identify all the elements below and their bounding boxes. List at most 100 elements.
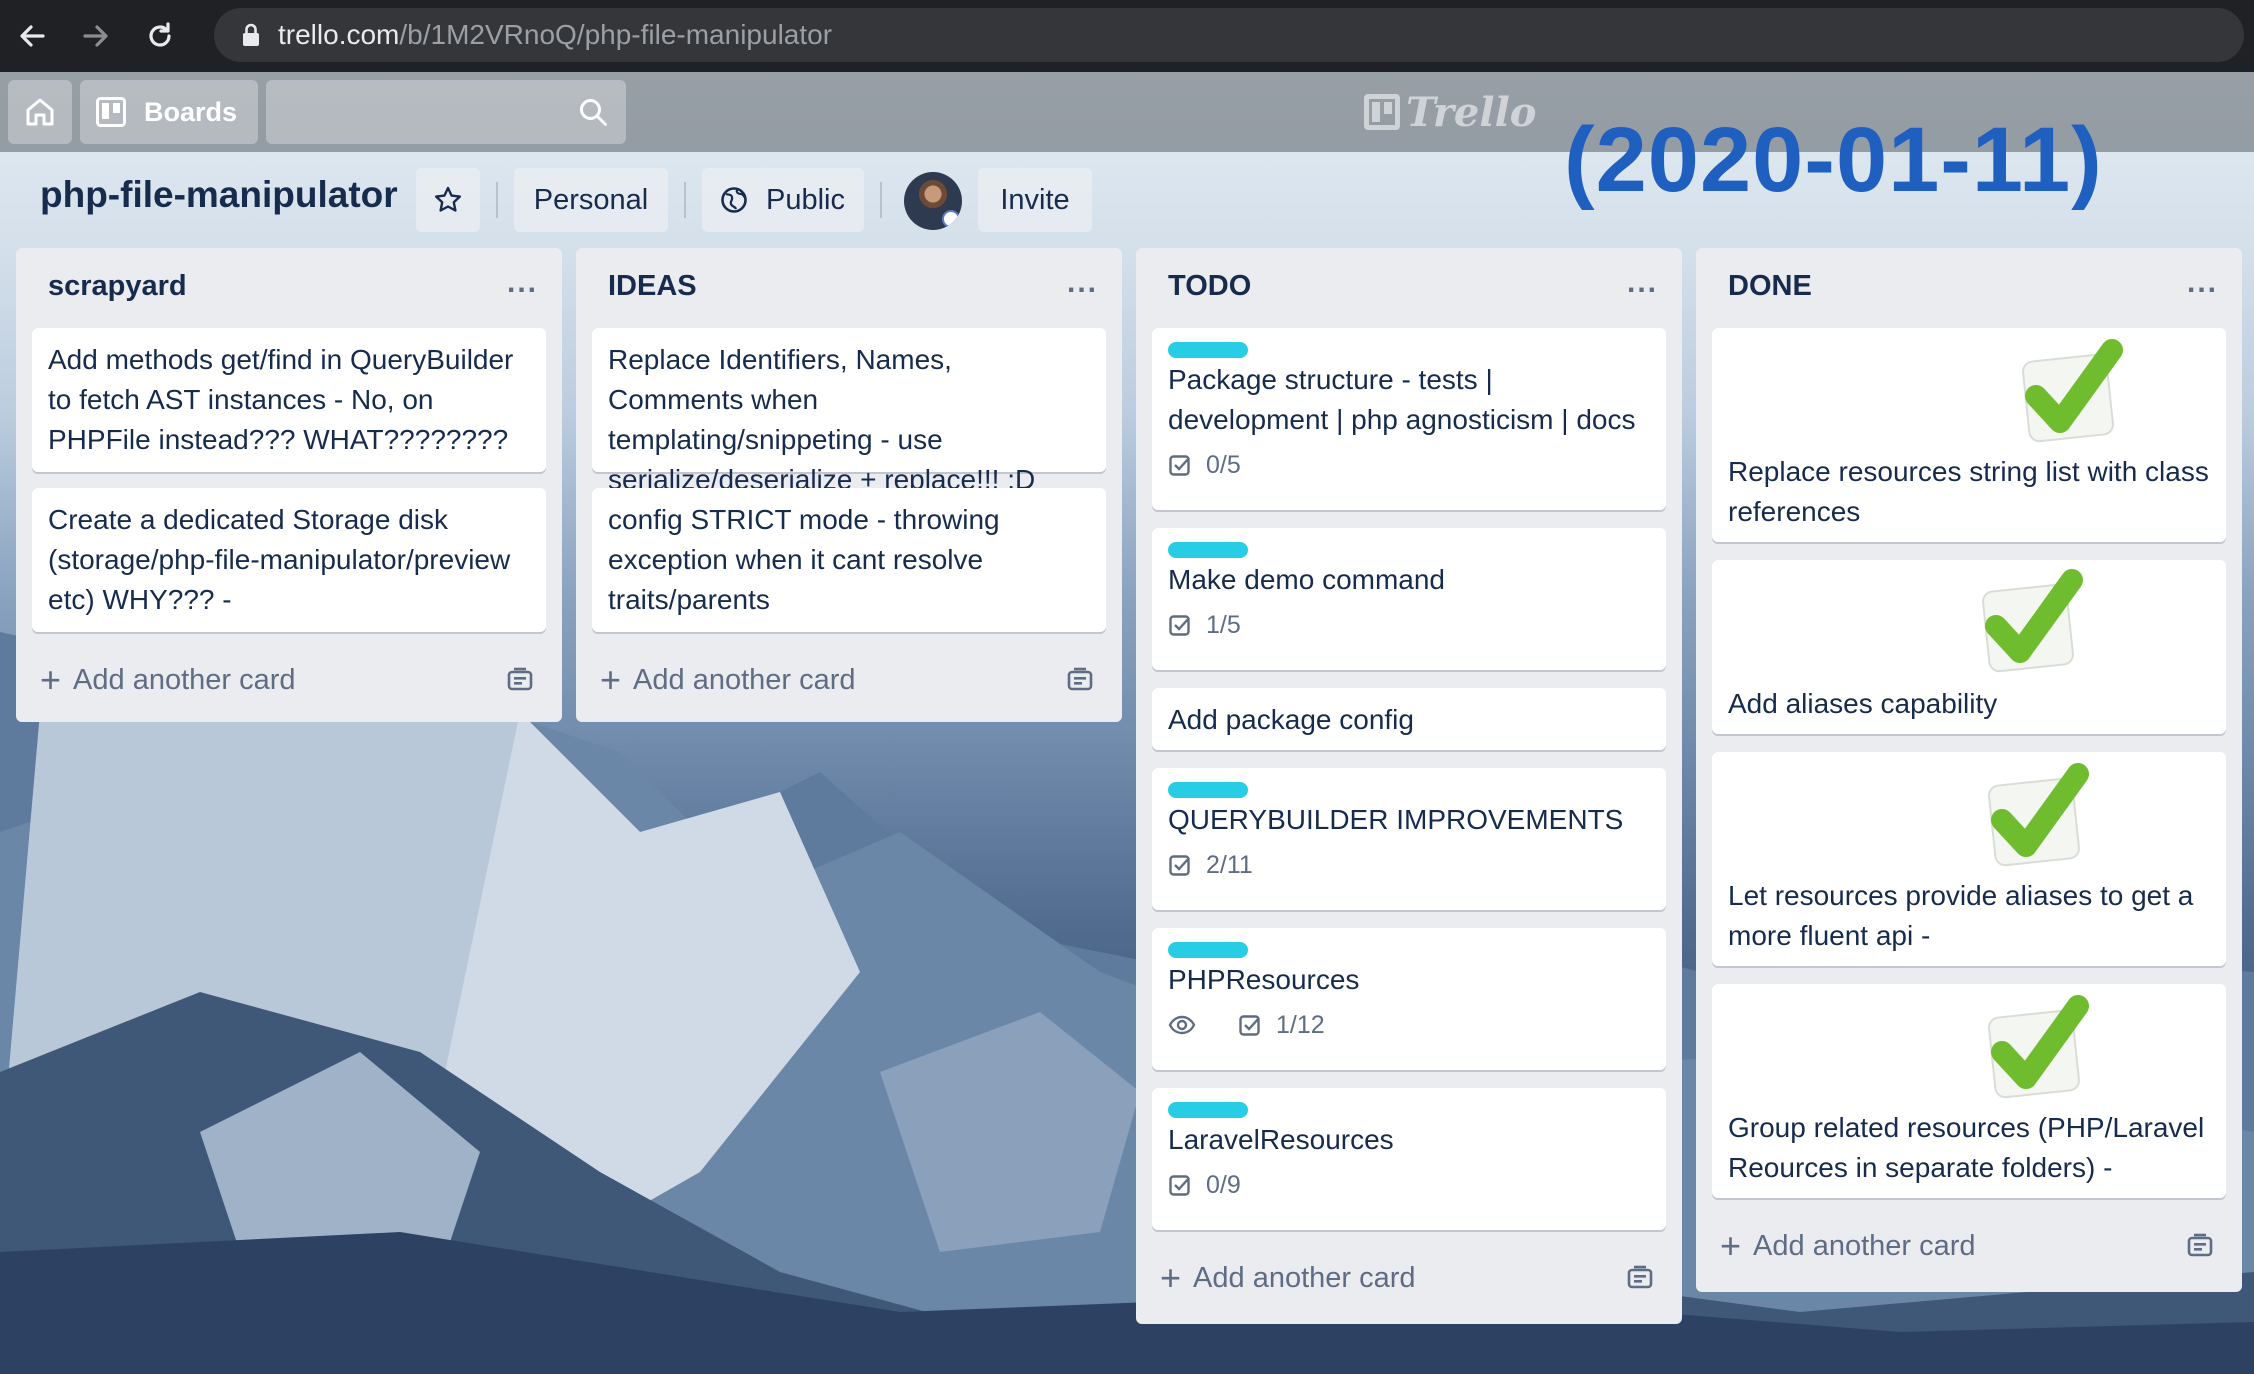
invite-button[interactable]: Invite — [978, 168, 1092, 232]
card-label[interactable] — [1168, 942, 1248, 958]
avatar[interactable] — [904, 172, 962, 230]
card-title: config STRICT mode - throwing exception … — [608, 504, 1000, 615]
visibility-label: Public — [766, 183, 845, 216]
green-check-cover-image — [1988, 995, 2089, 1099]
home-icon — [26, 98, 54, 126]
green-check-cover-image — [1982, 569, 2083, 673]
list-title[interactable]: DONE — [1728, 270, 1812, 303]
search-input[interactable] — [266, 80, 626, 144]
list-scrapyard[interactable]: scrapyard ... Add methods get/find in Qu… — [16, 248, 562, 722]
url-path: /b/1M2VRnoQ/php-file-manipulator — [399, 19, 833, 50]
forward-arrow-icon[interactable] — [64, 0, 128, 72]
card-title: Replace resources string list with class… — [1728, 456, 2209, 527]
checklist-icon — [1169, 615, 1190, 636]
checklist-count: 1/5 — [1206, 611, 1241, 639]
list-title[interactable]: TODO — [1168, 270, 1251, 303]
card[interactable]: Add methods get/find in QueryBuilder to … — [32, 328, 546, 472]
card[interactable]: Replace resources string list with class… — [1712, 328, 2226, 542]
card-template-icon[interactable] — [506, 666, 534, 694]
list-header: IDEAS ... — [576, 248, 1122, 328]
card[interactable]: config STRICT mode - throwing exception … — [592, 488, 1106, 632]
card[interactable]: Create a dedicated Storage disk (storage… — [32, 488, 546, 632]
card-title: LaravelResources — [1168, 1124, 1394, 1155]
add-card-button[interactable]: + Add another card — [1720, 1222, 1976, 1270]
card[interactable]: Add package config — [1152, 688, 1666, 750]
trello-logo[interactable]: Trello — [1364, 89, 1536, 136]
visibility-button[interactable]: Public — [702, 168, 864, 232]
header-divider — [684, 182, 686, 218]
boards-icon — [96, 97, 126, 127]
card-template-icon[interactable] — [2186, 1232, 2214, 1260]
card[interactable]: PHPResources 1/12 — [1152, 928, 1666, 1070]
card[interactable]: Package structure - tests | development … — [1152, 328, 1666, 510]
card[interactable]: Let resources provide aliases to get a m… — [1712, 752, 2226, 966]
checklist-icon — [1169, 855, 1190, 876]
list-menu-button[interactable]: ... — [507, 266, 538, 300]
list-title[interactable]: IDEAS — [608, 270, 697, 303]
card[interactable]: LaravelResources 0/9 — [1152, 1088, 1666, 1230]
add-card-button[interactable]: + Add another card — [600, 656, 856, 704]
list-title[interactable]: scrapyard — [48, 270, 187, 303]
list-header: scrapyard ... — [16, 248, 562, 328]
green-check-cover-image — [1988, 763, 2089, 867]
list-header: TODO ... — [1136, 248, 1682, 328]
card[interactable]: Make demo command 1/5 — [1152, 528, 1666, 670]
star-board-button[interactable] — [416, 168, 480, 232]
checklist-count: 0/9 — [1206, 1171, 1241, 1199]
list-ideas[interactable]: IDEAS ... Replace Identifiers, Names, Co… — [576, 248, 1122, 722]
boards-button[interactable]: Boards — [80, 80, 258, 144]
list-header: DONE ... — [1696, 248, 2242, 328]
boards-label: Boards — [144, 96, 238, 127]
list-todo[interactable]: TODO ... Package structure - tests | dev… — [1136, 248, 1682, 1324]
browser-toolbar: trello.com/b/1M2VRnoQ/php-file-manipulat… — [0, 0, 2254, 72]
address-bar[interactable]: trello.com/b/1M2VRnoQ/php-file-manipulat… — [214, 8, 2244, 62]
card-label[interactable] — [1168, 342, 1248, 358]
card-title: Replace Identifiers, Names, Comments whe… — [608, 344, 1036, 495]
personal-button[interactable]: Personal — [514, 168, 668, 232]
card-badges: 0/9 — [1168, 1164, 1650, 1206]
card-title: Make demo command — [1168, 564, 1446, 595]
plus-icon: + — [1160, 1257, 1182, 1298]
add-card-button[interactable]: + Add another card — [1160, 1254, 1416, 1302]
plus-icon: + — [1720, 1225, 1742, 1266]
add-card-label: Add another card — [633, 663, 856, 696]
add-card-label: Add another card — [73, 663, 296, 696]
back-arrow-icon[interactable] — [0, 0, 64, 72]
list-menu-button[interactable]: ... — [1067, 266, 1098, 300]
checklist-count: 2/11 — [1206, 851, 1253, 879]
card-title: Add methods get/find in QueryBuilder to … — [48, 344, 514, 455]
card[interactable]: Group related resources (PHP/Laravel Reo… — [1712, 984, 2226, 1198]
list-done[interactable]: DONE ... Replace resources string list w… — [1696, 248, 2242, 1292]
card-title: Add aliases capability — [1728, 688, 1998, 719]
card-badges: 1/5 — [1168, 604, 1650, 646]
card-label[interactable] — [1168, 542, 1248, 558]
card[interactable]: QUERYBUILDER IMPROVEMENTS 2/11 — [1152, 768, 1666, 910]
card-badges: 2/11 — [1168, 844, 1650, 886]
add-card-button[interactable]: + Add another card — [40, 656, 296, 704]
home-button[interactable] — [8, 80, 72, 144]
card-template-icon[interactable] — [1066, 666, 1094, 694]
card[interactable]: Add aliases capability — [1712, 560, 2226, 734]
card-title: QUERYBUILDER IMPROVEMENTS — [1168, 804, 1624, 835]
card[interactable]: Replace Identifiers, Names, Comments whe… — [592, 328, 1106, 495]
checklist-icon — [1169, 455, 1190, 476]
checklist-icon — [1239, 1015, 1260, 1036]
card-title: Package structure - tests | development … — [1168, 364, 1636, 435]
list-menu-button[interactable]: ... — [1627, 266, 1658, 300]
card-badges: 1/12 — [1168, 1004, 1650, 1046]
card-template-icon[interactable] — [1626, 1264, 1654, 1292]
header-divider — [496, 182, 498, 218]
eye-icon — [1168, 1015, 1196, 1035]
list-menu-button[interactable]: ... — [2187, 266, 2218, 300]
board-title[interactable]: php-file-manipulator — [40, 174, 398, 216]
card-label[interactable] — [1168, 1102, 1248, 1118]
reload-icon[interactable] — [128, 0, 192, 72]
green-check-cover-image — [2022, 339, 2123, 443]
card-label[interactable] — [1168, 782, 1248, 798]
card-title: Create a dedicated Storage disk (storage… — [48, 504, 511, 615]
lock-icon — [243, 23, 259, 46]
globe-icon — [721, 187, 747, 213]
checklist-badge: 2/11 — [1168, 845, 1253, 885]
card-title: Add package config — [1168, 704, 1414, 735]
watch-badge — [1168, 1013, 1210, 1037]
